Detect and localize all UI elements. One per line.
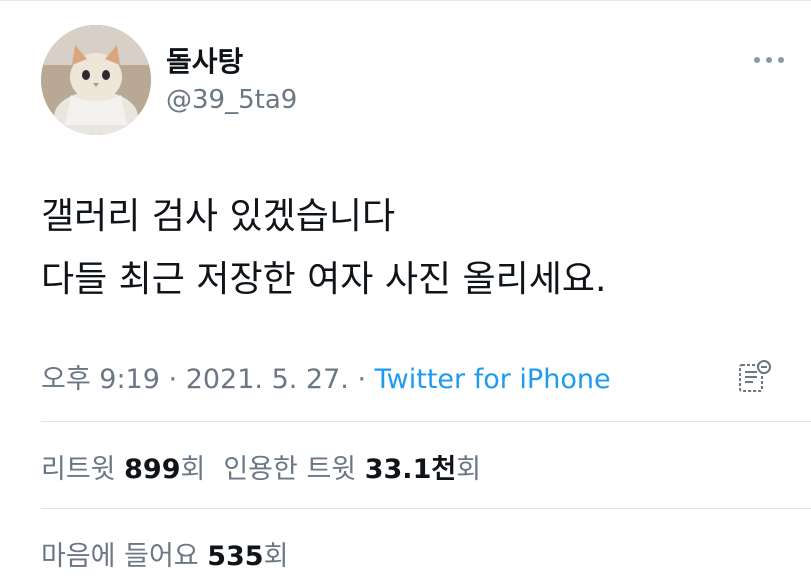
user-handle[interactable]: @39_5ta9 <box>166 85 297 115</box>
quotes-stat[interactable]: 인용한 트윗 33.1천회 <box>223 454 481 485</box>
more-options-icon[interactable] <box>752 50 786 70</box>
quotes-value: 33.1천 <box>364 454 457 485</box>
edit-history-icon[interactable] <box>737 358 773 394</box>
divider-2 <box>41 508 811 509</box>
display-name[interactable]: 돌사탕 <box>166 40 243 80</box>
likes-label: 마음에 들어요 <box>41 541 199 572</box>
tweet-line-1: 갤러리 검사 있겠습니다 <box>41 196 396 237</box>
tweet-time[interactable]: 오후 9:19 <box>41 364 160 395</box>
cat-avatar-image <box>41 25 151 135</box>
tweet-text: 갤러리 검사 있겠습니다 다들 최근 저장한 여자 사진 올리세요. <box>41 185 781 311</box>
avatar[interactable] <box>41 25 151 135</box>
quotes-label: 인용한 트윗 <box>223 454 357 485</box>
retweets-label: 리트윗 <box>41 454 116 485</box>
tweet-line-2: 다들 최근 저장한 여자 사진 올리세요. <box>41 259 607 300</box>
likes-suffix: 회 <box>263 541 289 572</box>
meta-separator-2: · <box>357 364 367 395</box>
tweet-source-link[interactable]: Twitter for iPhone <box>375 364 611 395</box>
quotes-suffix: 회 <box>456 454 482 485</box>
likes-stats[interactable]: 마음에 들어요 535회 <box>41 534 288 573</box>
top-divider <box>0 0 811 1</box>
tweet-date[interactable]: 2021. 5. 27. <box>186 364 349 395</box>
divider <box>41 421 811 422</box>
meta-separator: · <box>168 364 178 395</box>
likes-value: 535 <box>207 541 264 572</box>
retweets-stat[interactable]: 리트윗 899회 <box>41 454 205 485</box>
retweets-suffix: 회 <box>180 454 206 485</box>
retweets-value: 899 <box>124 454 181 485</box>
tweet-meta: 오후 9:19 · 2021. 5. 27. · Twitter for iPh… <box>41 357 611 396</box>
retweet-quote-stats: 리트윗 899회 인용한 트윗 33.1천회 <box>41 447 481 486</box>
